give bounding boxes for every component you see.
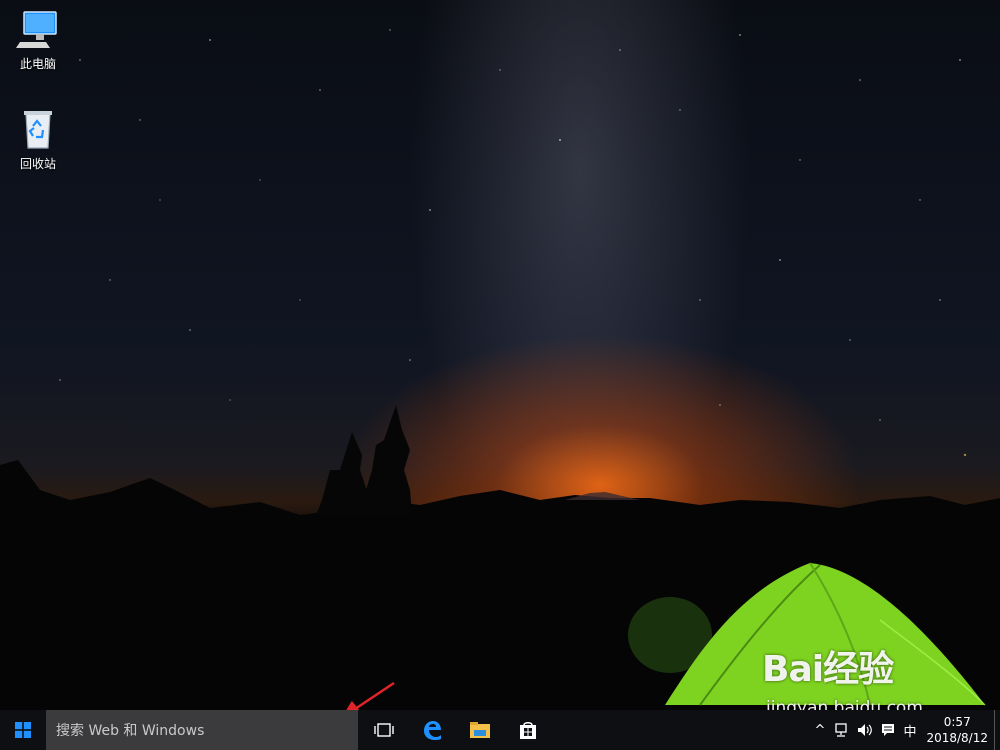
wallpaper [0, 29, 1000, 718]
volume-button[interactable] [853, 710, 877, 750]
chevron-up-icon: ^ [814, 722, 826, 738]
task-view-icon [374, 723, 394, 737]
desktop-icon-recycle-bin[interactable]: 回收站 [6, 108, 70, 172]
show-hidden-icons-button[interactable]: ^ [811, 710, 830, 750]
input-method-indicator[interactable]: 中 [899, 710, 920, 750]
store-button[interactable] [504, 710, 552, 750]
stars [59, 29, 967, 457]
taskbar: 搜索 Web 和 Windows ^ 中 0:57 2018/8/12 [0, 710, 1000, 750]
desktop-icon-label: 回收站 [19, 157, 56, 171]
baidu-jingyan-watermark: Bai经验 jingyan.baidu.com [762, 640, 923, 718]
clock-date: 2018/8/12 [926, 731, 988, 745]
start-button[interactable] [0, 710, 46, 750]
desktop-icon-label: 此电脑 [19, 57, 56, 71]
computer-icon [16, 8, 60, 52]
network-icon [835, 723, 848, 737]
recycle-bin-icon [16, 108, 60, 152]
file-explorer-icon [470, 722, 490, 738]
search-box[interactable]: 搜索 Web 和 Windows [46, 710, 358, 750]
notification-icon [882, 724, 895, 736]
store-icon [520, 722, 536, 739]
desktop: 此电脑 回收站 Bai经验 jingyan.baidu.com 搜索 Web 和… [0, 0, 1000, 750]
edge-icon [424, 721, 441, 740]
system-tray: ^ 中 0:57 2018/8/12 [811, 710, 1000, 750]
watermark-logo: Bai经验 [762, 649, 894, 690]
search-placeholder: 搜索 Web 和 Windows [56, 723, 205, 739]
edge-button[interactable] [408, 710, 456, 750]
ime-label: 中 [903, 724, 917, 740]
file-explorer-button[interactable] [456, 710, 504, 750]
tree-silhouette [316, 405, 412, 515]
clock[interactable]: 0:57 2018/8/12 [920, 714, 994, 746]
windows-logo-icon [15, 722, 31, 738]
volume-icon [858, 724, 873, 736]
network-button[interactable] [829, 710, 853, 750]
show-desktop-button[interactable] [994, 710, 1000, 750]
desktop-icon-this-pc[interactable]: 此电脑 [6, 8, 70, 72]
clock-time: 0:57 [943, 715, 971, 729]
action-center-button[interactable] [877, 710, 899, 750]
task-view-button[interactable] [360, 710, 408, 750]
